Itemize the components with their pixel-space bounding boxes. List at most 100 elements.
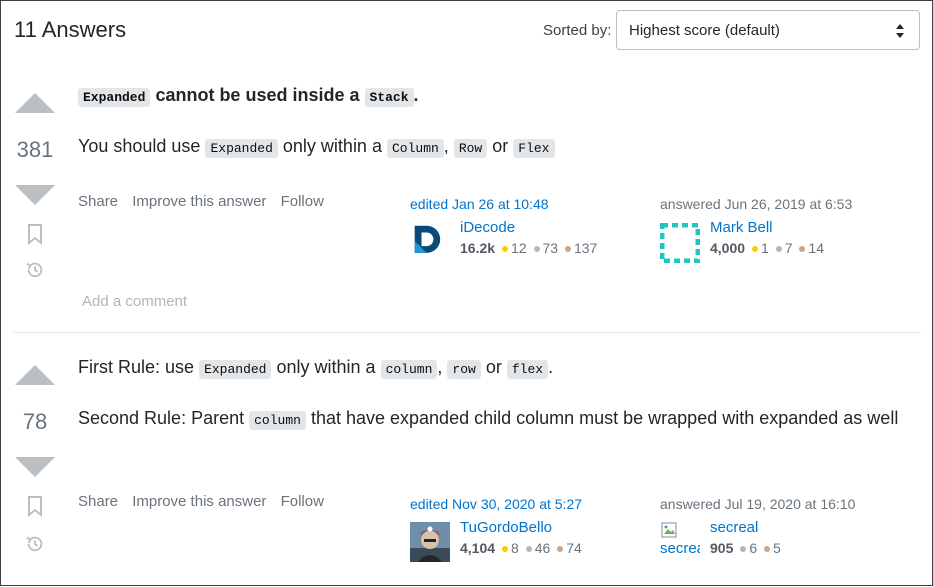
text-segment: , <box>443 136 449 156</box>
silver-badge-icon <box>740 545 747 552</box>
downvote-icon[interactable] <box>15 185 55 205</box>
bookmark-icon[interactable] <box>25 223 45 245</box>
vote-score: 78 <box>22 409 48 434</box>
text-segment: . <box>413 85 419 105</box>
inline-code: Flex <box>513 139 555 158</box>
silver-badge-count: 7 <box>784 240 793 256</box>
author-signature: answered Jul 19, 2020 at 16:10 secreal s… <box>660 496 910 566</box>
text-segment: only within a <box>276 357 376 377</box>
answer-paragraph: First Rule: use Expanded only within a c… <box>78 353 908 384</box>
inline-code: column <box>380 360 438 379</box>
add-comment-link[interactable]: Add a comment <box>82 293 187 310</box>
text-segment: that have expanded child column must be … <box>310 408 899 428</box>
reputation-score: 4,000 <box>710 240 746 256</box>
inline-code: column <box>249 411 306 430</box>
silver-badge-icon <box>533 245 540 252</box>
broken-image-glyph-icon <box>661 522 677 538</box>
user-name-link[interactable]: iDecode <box>460 219 515 236</box>
identicon-icon[interactable] <box>660 223 700 263</box>
gold-badge-count: 1 <box>761 240 769 256</box>
history-icon[interactable] <box>25 533 45 555</box>
reputation-score: 4,104 <box>460 540 496 556</box>
silver-badge-icon <box>525 545 532 552</box>
user-reputation: 16.2k 12 73 137 <box>460 240 597 256</box>
upvote-icon[interactable] <box>15 365 55 385</box>
answer-paragraph: Second Rule: Parent column that have exp… <box>78 404 908 435</box>
share-link[interactable]: Share <box>78 193 118 210</box>
answer-2: 78 First Rule: use Expanded only within … <box>1 333 932 587</box>
answered-timestamp-link[interactable]: answered Jul 19, 2020 at 16:10 <box>660 496 910 512</box>
upvote-icon[interactable] <box>15 93 55 113</box>
reputation-score: 905 <box>710 540 734 556</box>
user-name-link[interactable]: secreal <box>710 519 758 536</box>
author-signature: answered Jun 26, 2019 at 6:53 Mark Bell … <box>660 196 910 266</box>
broken-image-icon[interactable]: secreal <box>660 522 700 562</box>
text-segment: You should use <box>78 136 201 156</box>
bronze-badge-count: 74 <box>566 540 582 556</box>
downvote-icon[interactable] <box>15 457 55 477</box>
editor-signature: edited Jan 26 at 10:48 iDecode 16.2k 12 7… <box>410 196 640 266</box>
user-photo-icon[interactable] <box>410 522 450 562</box>
bronze-badge-icon <box>564 245 571 252</box>
bronze-badge-icon <box>799 245 806 252</box>
bookmark-icon[interactable] <box>25 495 45 517</box>
bronze-badge-count: 137 <box>573 240 598 256</box>
inline-code: flex <box>506 360 549 379</box>
follow-link[interactable]: Follow <box>281 493 324 510</box>
gold-badge-icon <box>502 245 509 252</box>
silver-badge-count: 73 <box>542 240 559 256</box>
follow-link[interactable]: Follow <box>281 193 324 210</box>
text-segment: Second Rule: Parent <box>78 408 245 428</box>
share-link[interactable]: Share <box>78 493 118 510</box>
text-segment: . <box>548 357 554 377</box>
answer-body: Expanded cannot be used inside a Stack. … <box>78 81 908 163</box>
post-menu: Share Improve this answer Follow <box>78 193 334 210</box>
inline-code: row <box>447 360 481 379</box>
text-segment: , <box>437 357 443 377</box>
improve-answer-link[interactable]: Improve this answer <box>132 193 266 210</box>
user-reputation: 905 6 5 <box>710 540 781 556</box>
bronze-badge-icon <box>764 545 771 552</box>
avatar-alt-text: secreal <box>660 540 700 557</box>
user-reputation: 4,000 1 7 14 <box>710 240 824 256</box>
bronze-badge-icon <box>557 545 564 552</box>
silver-badge-count: 6 <box>749 540 758 556</box>
post-menu: Share Improve this answer Follow <box>78 493 334 510</box>
answered-timestamp-link[interactable]: answered Jun 26, 2019 at 6:53 <box>660 196 910 212</box>
text-segment: or <box>492 136 509 156</box>
gold-badge-count: 12 <box>511 240 527 256</box>
history-icon[interactable] <box>25 259 45 281</box>
inline-code: Expanded <box>199 360 272 379</box>
answer-1: 381 Expanded cannot be used inside a Sta… <box>1 1 932 333</box>
answer-title: Expanded cannot be used inside a Stack. <box>78 81 908 112</box>
improve-answer-link[interactable]: Improve this answer <box>132 493 266 510</box>
idecode-logo-icon[interactable] <box>413 223 447 259</box>
vote-column: 381 <box>13 93 59 293</box>
user-name-link[interactable]: TuGordoBello <box>460 519 552 536</box>
answer-body: First Rule: use Expanded only within a c… <box>78 353 908 435</box>
text-segment: or <box>485 357 502 377</box>
text-segment: cannot be used inside a <box>155 85 360 105</box>
vote-score: 381 <box>16 137 54 162</box>
gold-badge-icon <box>752 245 759 252</box>
inline-code: Stack <box>364 88 414 107</box>
text-segment: only within a <box>282 136 382 156</box>
inline-code: Expanded <box>78 88 151 107</box>
user-reputation: 4,104 8 46 74 <box>460 540 582 556</box>
inline-code: Column <box>386 139 444 158</box>
gold-badge-icon <box>502 545 509 552</box>
vote-column: 78 <box>13 365 59 565</box>
editor-signature: edited Nov 30, 2020 at 5:27 TuGordoBello… <box>410 496 640 566</box>
gold-badge-count: 8 <box>511 540 519 556</box>
bronze-badge-count: 14 <box>808 240 824 256</box>
edited-timestamp-link[interactable]: edited Jan 26 at 10:48 <box>410 196 640 212</box>
inline-code: Expanded <box>205 139 278 158</box>
inline-code: Row <box>453 139 488 158</box>
silver-badge-icon <box>775 245 782 252</box>
text-segment: First Rule: use <box>78 357 195 377</box>
answer-paragraph: You should use Expanded only within a Co… <box>78 132 908 163</box>
silver-badge-count: 46 <box>534 540 551 556</box>
reputation-score: 16.2k <box>460 240 496 256</box>
user-name-link[interactable]: Mark Bell <box>710 219 773 236</box>
edited-timestamp-link[interactable]: edited Nov 30, 2020 at 5:27 <box>410 496 640 512</box>
